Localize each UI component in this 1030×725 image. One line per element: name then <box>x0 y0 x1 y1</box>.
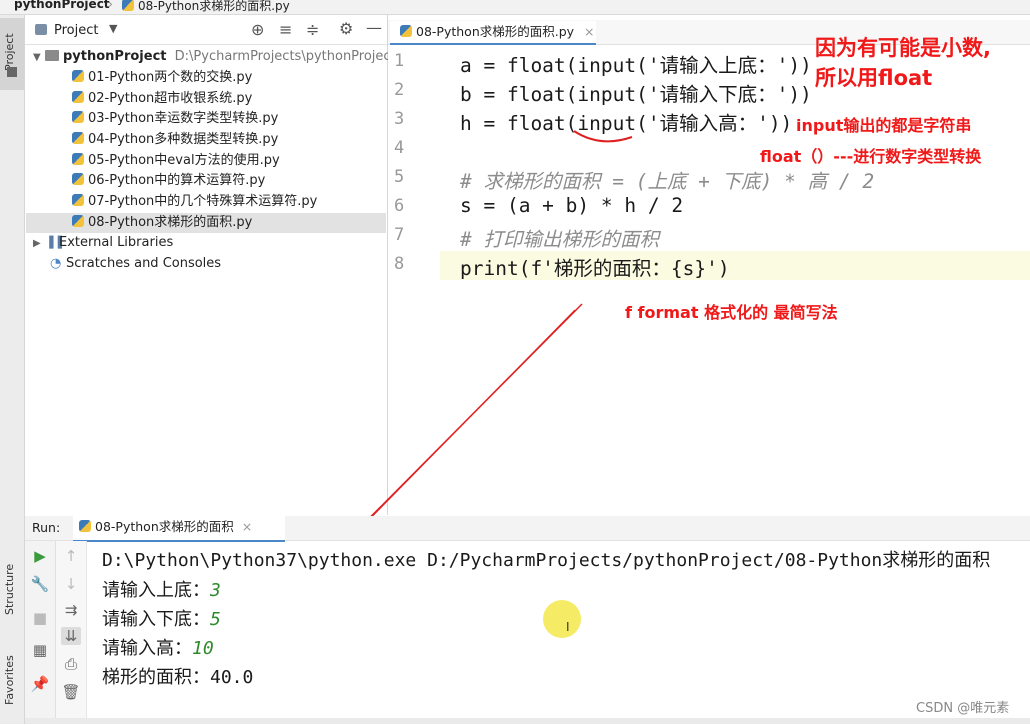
console-command-line: D:\Python\Python37\python.exe D:/Pycharm… <box>102 550 991 571</box>
pin-icon[interactable]: 📌 <box>30 675 50 693</box>
watermark: CSDN @唯元素 <box>916 701 1010 716</box>
wrench-icon[interactable]: 🔧 <box>30 575 50 593</box>
underline-mark <box>573 130 633 143</box>
console-user-input: 10 <box>192 638 214 659</box>
console-user-input: 5 <box>210 609 221 630</box>
scroll-to-end-icon[interactable]: ⇊ <box>61 627 81 645</box>
console-user-input: 3 <box>210 580 221 601</box>
run-toolbar-secondary: ↑ ↓ ⇉ ⇊ ⎙ 🗑 <box>56 541 87 724</box>
close-icon[interactable]: × <box>242 519 252 534</box>
python-file-icon <box>79 520 91 532</box>
run-tab[interactable]: 08-Python求梯形的面积 × <box>73 516 285 542</box>
text-cursor-icon: I <box>566 620 570 634</box>
run-label: Run: <box>32 520 61 535</box>
mouse-cursor-highlight <box>543 600 581 638</box>
console-line: 请输入高：10 <box>102 638 214 659</box>
console-line: 请输入上底：3 <box>102 580 221 601</box>
run-toolbar-primary: ▶ 🔧 ■ ▦ 📌 <box>25 541 56 724</box>
arrow-down-icon[interactable]: ↓ <box>61 575 81 593</box>
stop-icon[interactable]: ■ <box>30 609 50 627</box>
arrow-up-icon[interactable]: ↑ <box>61 547 81 565</box>
trash-icon[interactable]: 🗑 <box>61 683 81 701</box>
soft-wrap-icon[interactable]: ⇉ <box>61 601 81 619</box>
layout-icon[interactable]: ▦ <box>30 641 50 659</box>
print-icon[interactable]: ⎙ <box>61 655 81 673</box>
console-result-line: 梯形的面积：40.0 <box>102 667 254 688</box>
run-tab-bar: Run: 08-Python求梯形的面积 × <box>25 516 1030 542</box>
console-line: 请输入下底：5 <box>102 609 221 630</box>
status-bar <box>25 718 1030 724</box>
rerun-icon[interactable]: ▶ <box>30 547 50 565</box>
